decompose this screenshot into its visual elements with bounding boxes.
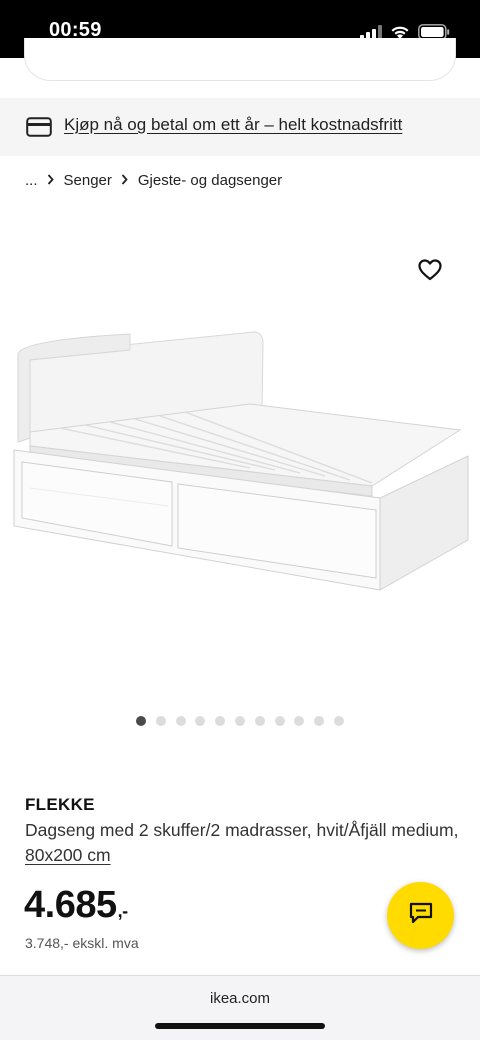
price-value: 4.685 xyxy=(24,884,117,926)
gallery-dot[interactable] xyxy=(155,716,166,726)
breadcrumb-item-gjeste-dagsenger[interactable]: Gjeste- og dagsenger xyxy=(138,172,282,189)
breadcrumb-item-senger[interactable]: Senger xyxy=(64,172,112,189)
price-suffix: ,- xyxy=(117,901,129,921)
gallery-dot[interactable] xyxy=(333,716,344,726)
breadcrumb: ... Senger Gjeste- og dagsenger xyxy=(25,172,282,189)
financing-link[interactable]: Kjøp nå og betal om ett år – helt kostna… xyxy=(64,115,402,135)
search-bar-edge[interactable] xyxy=(24,38,456,81)
chat-button[interactable] xyxy=(387,882,454,949)
gallery-dot[interactable] xyxy=(136,716,146,726)
product-name: FLEKKE xyxy=(25,795,95,814)
url-bar[interactable]: ikea.com xyxy=(0,990,480,1007)
price: 4.685,- xyxy=(24,884,128,927)
header-card xyxy=(0,38,480,98)
financing-banner[interactable]: Kjøp nå og betal om ett år – helt kostna… xyxy=(0,98,480,156)
gallery-dot[interactable] xyxy=(274,716,285,726)
cellular-signal-icon xyxy=(360,25,382,39)
browser-bottom-bar: ikea.com xyxy=(0,975,480,1040)
credit-card-icon xyxy=(26,117,52,142)
gallery-dot[interactable] xyxy=(314,716,325,726)
home-indicator[interactable] xyxy=(155,1023,325,1029)
gallery-dot[interactable] xyxy=(254,716,265,726)
heart-icon[interactable] xyxy=(418,259,442,286)
gallery-dot[interactable] xyxy=(234,716,245,726)
gallery-dot[interactable] xyxy=(175,716,186,726)
product-description: Dagseng med 2 skuffer/2 madrasser, hvit/… xyxy=(25,818,465,868)
gallery-dot[interactable] xyxy=(215,716,226,726)
chevron-right-icon xyxy=(121,173,128,188)
gallery-pagination[interactable] xyxy=(136,716,344,726)
chevron-right-icon xyxy=(47,173,54,188)
gallery-dot[interactable] xyxy=(195,716,206,726)
product-description-text: Dagseng med 2 skuffer/2 madrasser, hvit/… xyxy=(25,820,459,840)
breadcrumb-ellipsis[interactable]: ... xyxy=(25,172,38,189)
product-image[interactable] xyxy=(0,320,480,620)
chat-icon xyxy=(409,902,433,929)
gallery-dot[interactable] xyxy=(294,716,305,726)
price-ex-vat: 3.748,- ekskl. mva xyxy=(25,935,139,951)
size-link[interactable]: 80x200 cm xyxy=(25,845,111,865)
